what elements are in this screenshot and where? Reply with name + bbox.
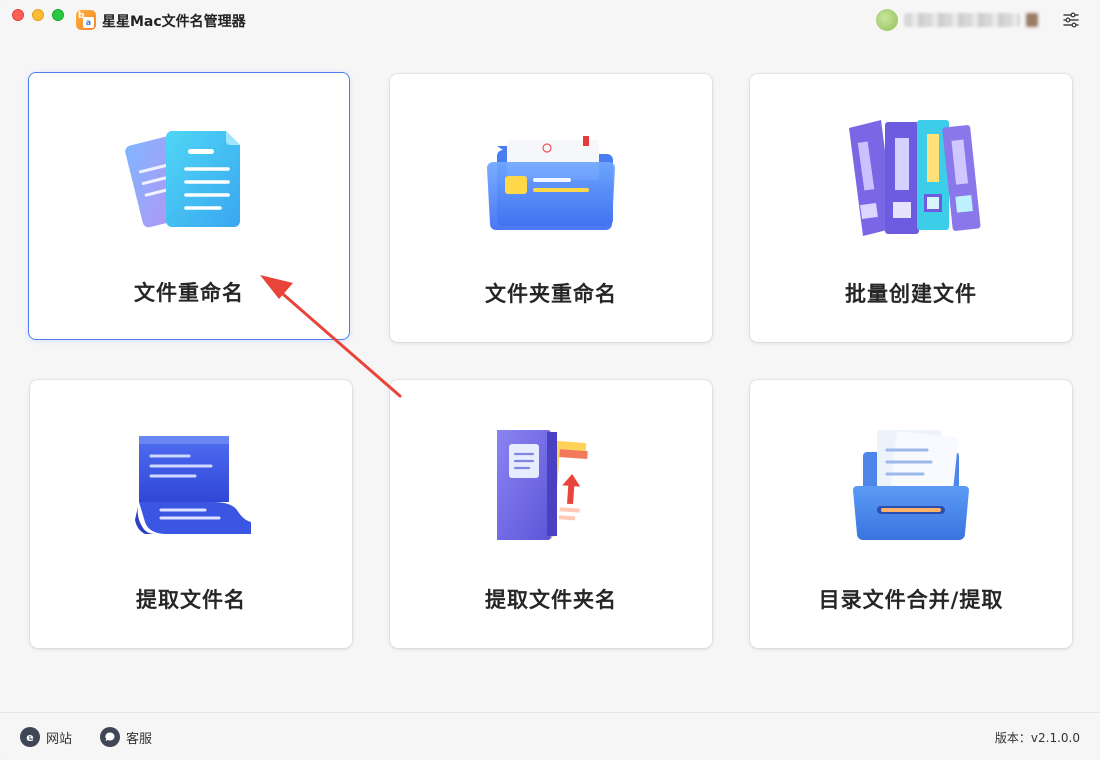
card-label: 文件重命名 [134, 281, 244, 305]
app-title: 星星Mac文件名管理器 [102, 14, 246, 30]
maximize-window-button[interactable] [52, 9, 64, 21]
title-bar: b a 星星Mac文件名管理器 [0, 0, 1100, 40]
extract-foldername-icon [497, 430, 588, 541]
support-label: 客服 [126, 731, 153, 747]
app-logo-icon: b a [76, 10, 96, 30]
card-batch-create[interactable]: 批量创建文件 [750, 74, 1072, 342]
extract-filename-icon [135, 436, 251, 534]
card-folder-rename[interactable]: 文件夹重命名 [390, 74, 712, 342]
minimize-window-button[interactable] [32, 9, 44, 21]
folder-rename-icon [487, 136, 615, 230]
card-file-rename[interactable]: 文件重命名 [28, 72, 350, 340]
version-text: 版本：v2.1.0.0 [994, 731, 1080, 745]
batch-create-icon [849, 120, 981, 236]
website-link[interactable]: e 网站 [20, 727, 72, 747]
support-link[interactable]: 客服 [100, 727, 152, 747]
chat-bubble-icon [100, 727, 120, 747]
svg-text:e: e [26, 731, 33, 744]
window-controls [12, 9, 64, 21]
close-window-button[interactable] [12, 9, 24, 21]
footer-bar: e 网站 客服 版本：v2.1.0.0 [0, 712, 1100, 760]
settings-sliders-icon[interactable] [1062, 11, 1080, 29]
card-label: 批量创建文件 [845, 282, 977, 306]
file-rename-icon [125, 131, 240, 228]
website-label: 网站 [46, 731, 73, 747]
directory-merge-icon [853, 430, 969, 540]
card-extract-filename[interactable]: 提取文件名 [30, 380, 352, 648]
card-label: 文件夹重命名 [485, 282, 617, 306]
card-directory-merge-extract[interactable]: 目录文件合并/提取 [750, 380, 1072, 648]
card-label: 提取文件夹名 [485, 588, 617, 612]
user-badge-redacted [1026, 13, 1038, 27]
card-label: 目录文件合并/提取 [818, 588, 1004, 612]
user-avatar[interactable] [876, 9, 898, 31]
app-window: b a 星星Mac文件名管理器 文件重命名 文件夹重命名 批量创建文件 提取文件… [0, 0, 1100, 760]
card-label: 提取文件名 [136, 588, 246, 612]
website-e-icon: e [20, 727, 40, 747]
card-extract-foldername[interactable]: 提取文件夹名 [390, 380, 712, 648]
user-name-redacted [904, 13, 1020, 27]
user-account[interactable] [876, 9, 1038, 31]
